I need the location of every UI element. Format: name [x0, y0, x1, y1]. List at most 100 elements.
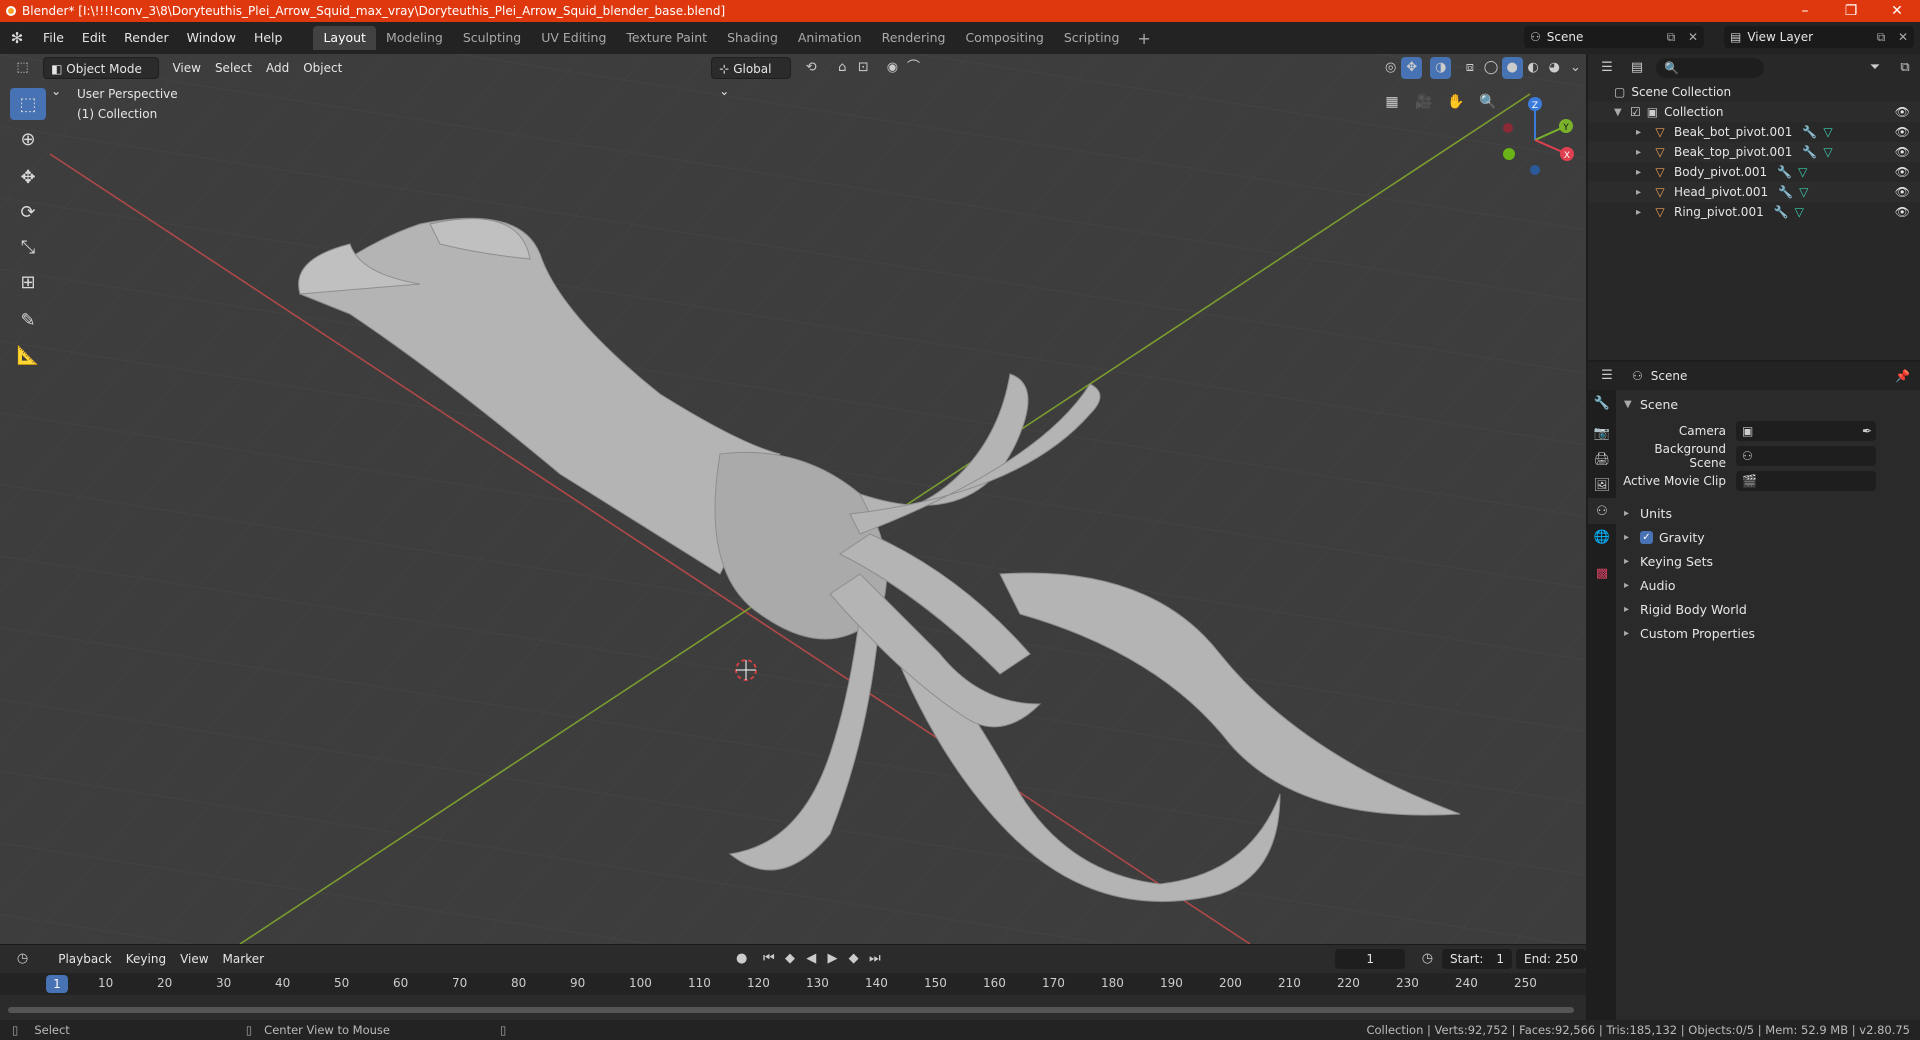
rendered-shading-icon[interactable]: ◕	[1544, 57, 1565, 79]
camera-field[interactable]: ▣ ✒	[1736, 420, 1876, 441]
units-panel[interactable]: ▸ Units	[1616, 501, 1920, 525]
restore-button[interactable]: ❐	[1828, 0, 1874, 22]
rigid-body-world-panel[interactable]: ▸ Rigid Body World	[1616, 597, 1920, 621]
properties-editor-type-icon[interactable]: ☰	[1596, 365, 1618, 387]
timeline-editor-type-icon[interactable]: ◷	[12, 948, 33, 970]
eye-icon[interactable]: 👁	[1895, 125, 1910, 139]
transform-tool-icon[interactable]: ⊞	[10, 266, 46, 298]
tab-shading[interactable]: Shading	[717, 26, 788, 50]
play-icon[interactable]: ▶	[822, 948, 843, 970]
xray-toggle-icon[interactable]: ⧈	[1459, 57, 1480, 79]
close-button[interactable]: ✕	[1874, 0, 1920, 22]
eyedropper-icon[interactable]: ✒	[1862, 424, 1872, 438]
cursor-tool-icon[interactable]: ⊕	[10, 123, 46, 155]
render-tab-icon[interactable]: 📷	[1588, 420, 1616, 446]
scene-selector[interactable]: ⚇ Scene ⧉ ✕	[1524, 26, 1704, 48]
menu-edit[interactable]: Edit	[73, 22, 115, 54]
select-box-tool-icon[interactable]: ⬚	[10, 88, 46, 120]
mode-selector[interactable]: ◧ Object Mode ⌄	[43, 57, 160, 98]
scene-panel-header[interactable]: ▼ Scene	[1616, 392, 1920, 416]
expand-chevron-icon[interactable]: ▸	[1636, 167, 1648, 178]
clock-icon[interactable]: ◷	[1417, 948, 1438, 970]
eye-icon[interactable]: 👁	[1895, 145, 1910, 159]
current-frame-field[interactable]: 1	[1335, 949, 1405, 969]
scene-tab-icon[interactable]: ⚇	[1588, 498, 1616, 524]
jump-end-icon[interactable]: ⏭	[864, 948, 885, 970]
audio-panel[interactable]: ▸ Audio	[1616, 573, 1920, 597]
tab-layout[interactable]: Layout	[313, 26, 376, 50]
gizmo-toggle-icon[interactable]: ✥	[1401, 57, 1423, 79]
expand-chevron-icon[interactable]: ▸	[1636, 187, 1648, 198]
snap-target-icon[interactable]: ⊡	[853, 57, 874, 79]
menu-help[interactable]: Help	[245, 22, 292, 54]
background-scene-field[interactable]: ⚇	[1736, 445, 1876, 466]
add-workspace-icon[interactable]: +	[1129, 29, 1158, 48]
pan-hand-icon[interactable]: ✋	[1442, 88, 1470, 116]
jump-start-icon[interactable]: ⏮	[758, 948, 779, 970]
eye-icon[interactable]: 👁	[1895, 165, 1910, 179]
custom-properties-panel[interactable]: ▸ Custom Properties	[1616, 621, 1920, 645]
tab-uv-editing[interactable]: UV Editing	[531, 26, 616, 50]
delete-view-layer-icon[interactable]: ✕	[1892, 30, 1914, 44]
wireframe-shading-icon[interactable]: ◯	[1480, 57, 1501, 79]
tab-compositing[interactable]: Compositing	[955, 26, 1053, 50]
falloff-icon[interactable]: ⌒	[903, 57, 924, 79]
timeline-scrollbar[interactable]	[8, 1007, 1574, 1013]
new-view-layer-icon[interactable]: ⧉	[1870, 30, 1892, 45]
new-collection-icon[interactable]: ⧉	[1894, 57, 1916, 79]
texture-tab-icon[interactable]: ▩	[1588, 560, 1616, 586]
tab-texture-paint[interactable]: Texture Paint	[616, 26, 717, 50]
menu-render[interactable]: Render	[115, 22, 178, 54]
rotate-tool-icon[interactable]: ⟳	[10, 196, 46, 228]
collection-row[interactable]: ▼ ☑ ▣ Collection 👁	[1588, 102, 1920, 122]
tab-modeling[interactable]: Modeling	[376, 26, 453, 50]
record-icon[interactable]: ●	[731, 948, 752, 970]
shading-options-icon[interactable]: ⌄	[1565, 57, 1586, 79]
snap-icon[interactable]: ⌂	[832, 57, 853, 79]
output-tab-icon[interactable]: 🖨	[1588, 446, 1616, 472]
outliner-object-row[interactable]: ▸ ▽ Head_pivot.001 🔧 ▽ 👁	[1588, 182, 1920, 202]
next-keyframe-icon[interactable]: ◆	[843, 948, 864, 970]
filter-icon[interactable]: ⏷	[1864, 57, 1886, 79]
camera-view-icon[interactable]: 🎥	[1410, 88, 1438, 116]
proportional-edit-icon[interactable]: ◉	[882, 57, 903, 79]
tab-rendering[interactable]: Rendering	[872, 26, 956, 50]
gravity-checkbox[interactable]: ✓	[1640, 530, 1653, 544]
menu-select[interactable]: Select	[208, 57, 259, 79]
menu-keying[interactable]: Keying	[119, 948, 173, 970]
3d-viewport[interactable]: ⬚ ◧ Object Mode ⌄ View Select Add Object…	[0, 54, 1586, 944]
solid-shading-icon[interactable]: ●	[1501, 57, 1523, 79]
new-scene-icon[interactable]: ⧉	[1660, 30, 1682, 45]
tab-scripting[interactable]: Scripting	[1054, 26, 1130, 50]
menu-add[interactable]: Add	[259, 57, 296, 79]
eye-icon[interactable]: 👁	[1895, 205, 1910, 219]
delete-scene-icon[interactable]: ✕	[1682, 30, 1704, 44]
material-shading-icon[interactable]: ◐	[1523, 57, 1544, 79]
menu-marker[interactable]: Marker	[216, 948, 271, 970]
outliner-object-row[interactable]: ▸ ▽ Beak_bot_pivot.001 🔧 ▽ 👁	[1588, 122, 1920, 142]
editor-type-icon[interactable]: ⬚	[12, 57, 33, 79]
gravity-panel[interactable]: ▸ ✓ Gravity	[1616, 525, 1920, 549]
outliner-object-row[interactable]: ▸ ▽ Beak_top_pivot.001 🔧 ▽ 👁	[1588, 142, 1920, 162]
transform-orientation-selector[interactable]: ⊹ Global ⌄	[711, 57, 791, 98]
scene-collection-row[interactable]: ▢ Scene Collection	[1588, 82, 1920, 102]
expand-chevron-icon[interactable]: ▸	[1636, 207, 1648, 218]
view-layer-selector[interactable]: ▤ View Layer ⧉ ✕	[1724, 26, 1914, 48]
expand-chevron-icon[interactable]: ▼	[1614, 107, 1626, 118]
measure-tool-icon[interactable]: 📐	[10, 339, 46, 371]
pin-icon[interactable]: 📌	[1895, 369, 1910, 383]
view-layer-tab-icon[interactable]: 🖼	[1588, 472, 1616, 498]
menu-file[interactable]: File	[34, 22, 73, 54]
tab-sculpting[interactable]: Sculpting	[453, 26, 531, 50]
menu-timeline-view[interactable]: View	[173, 948, 215, 970]
scale-tool-icon[interactable]: ⤡	[10, 231, 46, 263]
annotate-tool-icon[interactable]: ✎	[10, 304, 46, 336]
world-tab-icon[interactable]: 🌐	[1588, 524, 1616, 550]
outliner-editor-type-icon[interactable]: ☰	[1596, 57, 1618, 79]
menu-playback[interactable]: Playback	[51, 948, 119, 970]
expand-chevron-icon[interactable]: ▸	[1636, 127, 1648, 138]
menu-object[interactable]: Object	[296, 57, 349, 79]
overlay-toggle-icon[interactable]: ◑	[1430, 57, 1452, 79]
outliner-object-row[interactable]: ▸ ▽ Body_pivot.001 🔧 ▽ 👁	[1588, 162, 1920, 182]
prev-keyframe-icon[interactable]: ◆	[779, 948, 800, 970]
